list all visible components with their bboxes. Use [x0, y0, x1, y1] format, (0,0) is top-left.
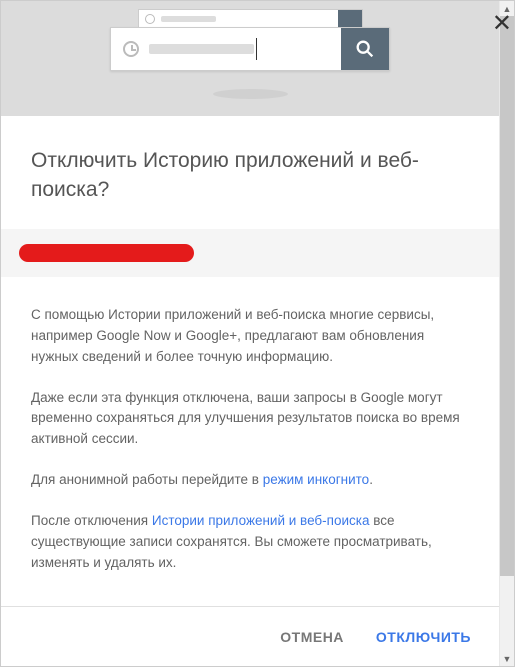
redacted-account-email	[19, 244, 194, 262]
search-icon	[354, 38, 376, 60]
search-button-graphic	[341, 28, 389, 70]
illustration-search-bar-small	[138, 9, 363, 29]
scroll-thumb[interactable]	[500, 16, 514, 576]
dialog-title: Отключить Историю приложений и веб-поиск…	[31, 146, 469, 205]
paragraph-benefits: С помощью Истории приложений и веб-поиск…	[31, 305, 469, 368]
clock-icon	[123, 41, 139, 57]
paragraph-retention: Даже если эта функция отключена, ваши за…	[31, 388, 469, 451]
paragraph-incognito: Для анонимной работы перейдите в режим и…	[31, 470, 469, 491]
incognito-link[interactable]: режим инкогнито	[263, 472, 370, 487]
dialog-footer: ОТМЕНА ОТКЛЮЧИТЬ	[1, 606, 499, 666]
illustration-search-bar-large	[110, 27, 390, 71]
placeholder-graphic	[149, 44, 254, 54]
dialog-container: ✕ Отключить Истори	[0, 0, 515, 667]
account-row	[1, 229, 499, 277]
dialog-body: С помощью Истории приложений и веб-поиск…	[31, 305, 469, 574]
text-fragment: .	[369, 472, 373, 487]
search-button-graphic	[338, 10, 362, 28]
clock-icon	[145, 14, 155, 24]
text-fragment: Для анонимной работы перейдите в	[31, 472, 263, 487]
dialog-content: Отключить Историю приложений и веб-поиск…	[1, 116, 499, 606]
scrollbar[interactable]: ▲ ▼	[499, 1, 514, 666]
header-illustration	[1, 1, 499, 116]
scroll-down-arrow[interactable]: ▼	[500, 651, 514, 666]
placeholder-graphic	[161, 16, 216, 22]
confirm-button[interactable]: ОТКЛЮЧИТЬ	[376, 629, 471, 645]
dialog-scroll-area: Отключить Историю приложений и веб-поиск…	[1, 1, 499, 606]
activity-history-link[interactable]: Истории приложений и веб-поиска	[152, 513, 370, 528]
close-icon[interactable]: ✕	[492, 9, 512, 38]
cursor-graphic	[256, 38, 257, 60]
cancel-button[interactable]: ОТМЕНА	[280, 629, 344, 645]
text-fragment: После отключения	[31, 513, 152, 528]
paragraph-after-disable: После отключения Истории приложений и ве…	[31, 511, 469, 574]
shadow-graphic	[213, 89, 288, 99]
